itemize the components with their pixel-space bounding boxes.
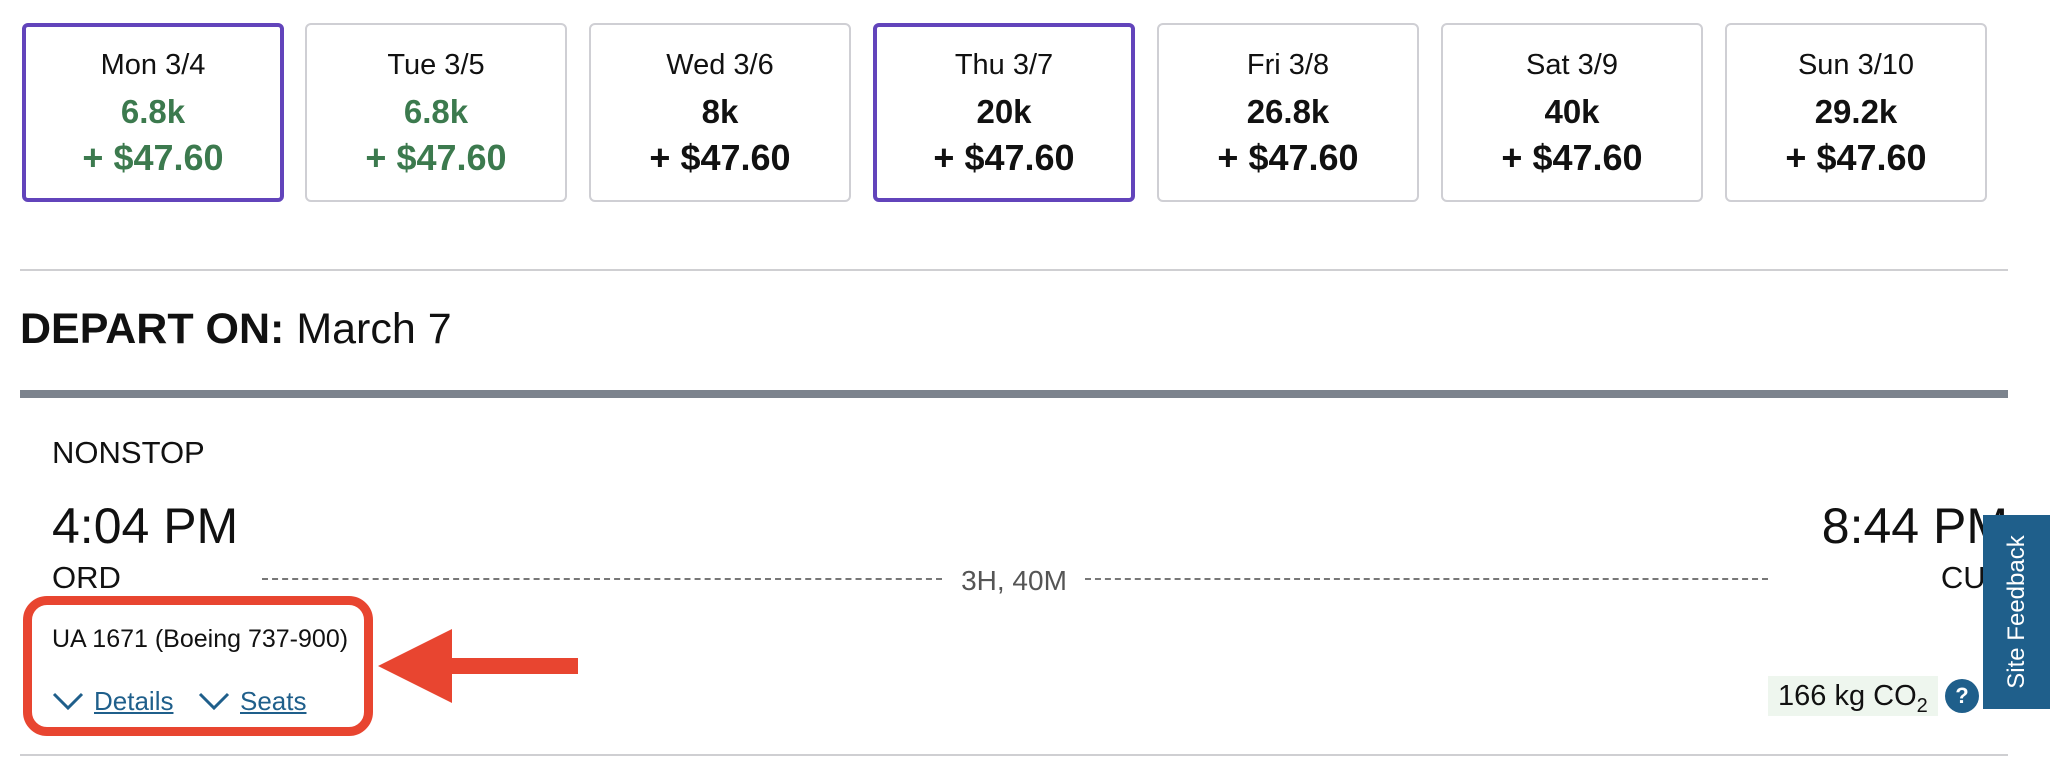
date-card-thu-3-7[interactable]: Thu 3/7 20k + $47.60 (873, 23, 1135, 202)
stops-label: NONSTOP (52, 435, 205, 470)
date-card-mon-3-4[interactable]: Mon 3/4 6.8k + $47.60 (22, 23, 284, 202)
chevron-down-icon (198, 692, 230, 711)
date-card-miles: 6.8k (403, 93, 469, 130)
date-card-day: Mon 3/4 (100, 49, 206, 81)
arrival-time: 8:44 PM (1821, 498, 2008, 554)
date-card-day: Tue 3/5 (387, 49, 485, 81)
date-card-fee: + $47.60 (82, 137, 224, 178)
date-card-tue-3-5[interactable]: Tue 3/5 6.8k + $47.60 (305, 23, 567, 202)
date-card-fee: + $47.60 (1785, 137, 1927, 178)
depart-heading: DEPART ON: March 7 (20, 305, 452, 354)
date-card-day: Fri 3/8 (1246, 49, 1330, 81)
seats-toggle[interactable]: Seats (198, 683, 307, 719)
date-card-fee: + $47.60 (1501, 137, 1643, 178)
date-card-miles: 20k (976, 93, 1032, 130)
results-divider (20, 390, 2008, 398)
co2-subscript: 2 (1916, 694, 1928, 717)
details-toggle[interactable]: Details (52, 683, 173, 719)
date-card-miles: 40k (1544, 93, 1600, 130)
date-card-wed-3-6[interactable]: Wed 3/6 8k + $47.60 (589, 23, 851, 202)
date-card-day: Thu 3/7 (954, 49, 1054, 81)
date-card-day: Wed 3/6 (666, 49, 774, 81)
co2-emissions: 166 kg CO2 (1768, 676, 1938, 717)
date-card-day: Sun 3/10 (1797, 49, 1915, 81)
co2-value: 166 kg CO (1778, 680, 1917, 712)
flight-number: UA 1671 (Boeing 737-900) (52, 625, 349, 653)
seats-link[interactable]: Seats (240, 686, 307, 717)
annotation-arrow-icon (378, 629, 578, 703)
date-card-fee: + $47.60 (649, 137, 791, 178)
date-card-fri-3-8[interactable]: Fri 3/8 26.8k + $47.60 (1157, 23, 1419, 202)
date-card-miles: 8k (701, 93, 739, 130)
depart-date: March 7 (296, 305, 452, 353)
departure-time: 4:04 PM (52, 498, 239, 554)
route-line-right (1085, 578, 1768, 580)
date-card-miles: 6.8k (120, 93, 186, 130)
date-card-fee: + $47.60 (365, 137, 507, 178)
flight-duration: 3H, 40M (961, 565, 1067, 596)
row-divider (20, 754, 2008, 756)
question-icon[interactable]: ? (1945, 679, 1979, 713)
date-card-fee: + $47.60 (1217, 137, 1359, 178)
site-feedback-label: Site Feedback (2002, 535, 2030, 689)
date-card-day: Sat 3/9 (1526, 49, 1618, 81)
date-card-sun-3-10[interactable]: Sun 3/10 29.2k + $47.60 (1725, 23, 1987, 202)
date-card-sat-3-9[interactable]: Sat 3/9 40k + $47.60 (1441, 23, 1703, 202)
site-feedback-tab[interactable]: Site Feedback (1983, 515, 2050, 709)
depart-label: DEPART ON: (20, 305, 285, 353)
route-line-left (262, 578, 942, 580)
details-link[interactable]: Details (94, 686, 173, 717)
date-card-fee: + $47.60 (933, 137, 1075, 178)
date-card-miles: 26.8k (1246, 93, 1330, 130)
origin-airport: ORD (52, 560, 121, 595)
date-card-miles: 29.2k (1814, 93, 1898, 130)
chevron-down-icon (52, 692, 84, 711)
section-divider (20, 269, 2008, 271)
